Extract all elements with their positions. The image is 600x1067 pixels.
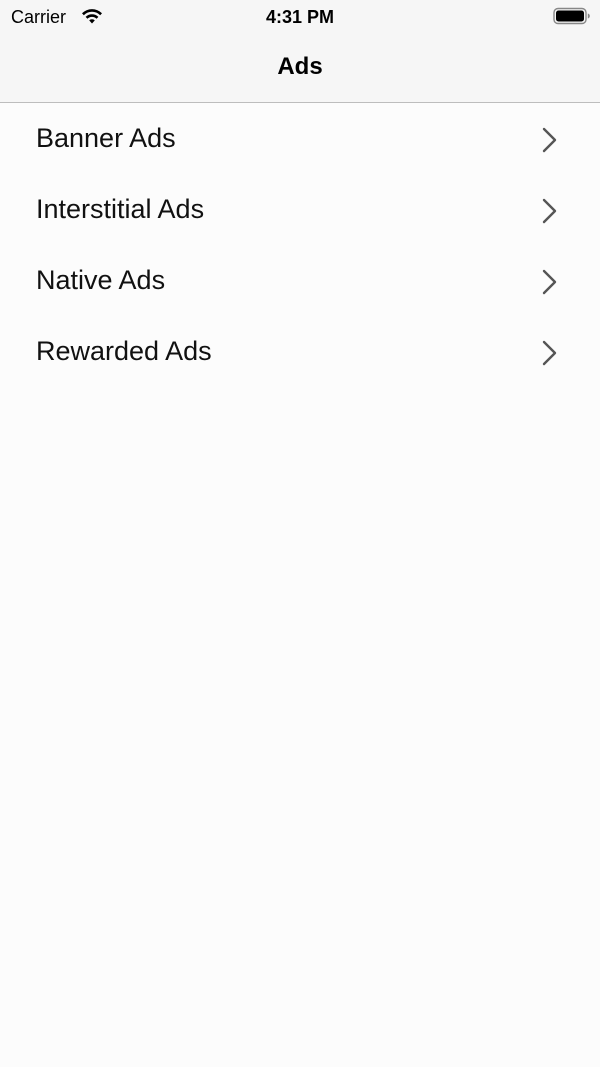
list-item-native-ads[interactable]: Native Ads bbox=[0, 245, 600, 316]
chevron-right-icon bbox=[540, 339, 560, 367]
list-item-rewarded-ads[interactable]: Rewarded Ads bbox=[0, 316, 600, 387]
page-title: Ads bbox=[277, 53, 323, 80]
status-time: 4:31 PM bbox=[265, 7, 335, 27]
list-item-label: Banner Ads bbox=[36, 123, 176, 153]
list-item-label: Rewarded Ads bbox=[36, 336, 212, 366]
list-item-interstitial-ads[interactable]: Interstitial Ads bbox=[0, 174, 600, 245]
list-item-label: Native Ads bbox=[36, 265, 166, 295]
list-item-banner-ads[interactable]: Banner Ads bbox=[0, 103, 600, 174]
chevron-right-icon bbox=[540, 197, 560, 225]
chevron-right-icon bbox=[540, 126, 560, 154]
battery-icon bbox=[553, 7, 591, 25]
chevron-right-icon bbox=[540, 268, 560, 296]
status-bar: Carrier 4:31 PM bbox=[0, 0, 600, 33]
navigation-bar: Ads bbox=[0, 33, 600, 103]
ads-list: Banner Ads Interstitial Ads Native Ads R… bbox=[0, 103, 600, 387]
list-item-label: Interstitial Ads bbox=[36, 194, 205, 224]
